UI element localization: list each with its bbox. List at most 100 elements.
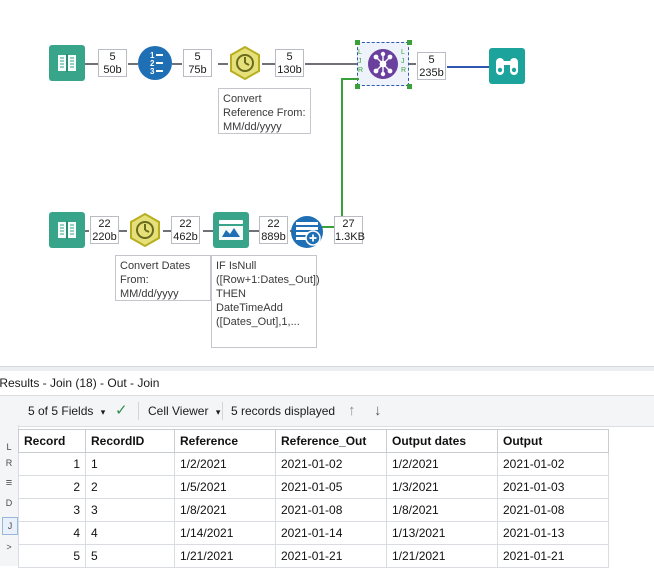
results-table[interactable]: Record RecordID Reference Reference_Out … xyxy=(18,429,609,568)
selection-handle[interactable] xyxy=(355,84,360,89)
cell-reference-out: 2021-01-02 xyxy=(275,452,387,476)
cell-recordid: 2 xyxy=(85,475,175,499)
rail-button-j[interactable]: J xyxy=(2,517,18,535)
rail-button-r[interactable]: R xyxy=(2,455,16,471)
datetime-tool-2[interactable] xyxy=(127,212,163,248)
record-count-5: 22 220b xyxy=(90,216,119,244)
toolbar-divider xyxy=(138,402,139,420)
cell-reference-out: 2021-01-21 xyxy=(275,544,387,568)
workflow-canvas[interactable]: 5 50b 123 5 75b 5 130b L J R L J R 5 235… xyxy=(0,0,654,366)
input-data-tool-2[interactable] xyxy=(49,212,85,248)
record-id-tool[interactable]: 123 xyxy=(137,45,173,81)
wire-segment xyxy=(249,230,259,232)
chevron-down-icon[interactable]: ▾ xyxy=(216,407,221,417)
annotation-multirow-formula: IF IsNull ([Row+1:Dates_Out]) THEN DateT… xyxy=(211,255,320,348)
cell-reference-out: 2021-01-14 xyxy=(275,521,387,545)
scroll-up-button[interactable]: ↑ xyxy=(348,396,356,426)
cell-output: 2021-01-03 xyxy=(497,475,609,499)
toolbar-divider xyxy=(222,402,223,420)
wire-segment xyxy=(119,230,127,232)
cell-record: 1 xyxy=(18,452,86,476)
column-header-recordid[interactable]: RecordID xyxy=(85,429,175,453)
selection-handle[interactable] xyxy=(407,40,412,45)
wire-segment xyxy=(262,63,275,65)
select-tool[interactable] xyxy=(289,214,325,250)
results-toolbar: 5 of 5 Fields ▾ ✓ Cell Viewer ▾ 5 record… xyxy=(0,395,654,427)
multi-row-formula-tool[interactable] xyxy=(213,212,249,248)
cell-output-dates: 1/8/2021 xyxy=(386,498,498,522)
join-tool[interactable] xyxy=(365,46,401,82)
selection-handle[interactable] xyxy=(407,84,412,89)
cell-reference: 1/8/2021 xyxy=(174,498,276,522)
wire-green-horizontal-top xyxy=(341,78,359,80)
fields-selector[interactable]: 5 of 5 Fields ▾ xyxy=(28,396,105,426)
record-count-2: 5 75b xyxy=(183,49,212,77)
table-row[interactable]: 2 2 1/5/2021 2021-01-05 1/3/2021 2021-01-03 xyxy=(18,475,609,499)
cell-record: 4 xyxy=(18,521,86,545)
table-row[interactable]: 1 1 1/2/2021 2021-01-02 1/2/2021 2021-01-02 xyxy=(18,452,609,476)
record-count-4: 5 235b xyxy=(417,52,446,80)
cell-reference: 1/5/2021 xyxy=(174,475,276,499)
column-header-output-dates[interactable]: Output dates xyxy=(386,429,498,453)
cell-record: 5 xyxy=(18,544,86,568)
check-icon[interactable]: ✓ xyxy=(115,396,128,426)
cell-reference-out: 2021-01-05 xyxy=(275,475,387,499)
rail-button-l[interactable]: L xyxy=(2,439,16,455)
table-row[interactable]: 4 4 1/14/2021 2021-01-14 1/13/2021 2021-01-13 xyxy=(18,521,609,545)
annotation-convert-dates: Convert Dates From: MM/dd/yyyy xyxy=(115,255,211,301)
record-count-8: 27 1.3KB xyxy=(334,216,365,244)
chevron-down-icon[interactable]: ▾ xyxy=(101,407,106,417)
cell-reference: 1/2/2021 xyxy=(174,452,276,476)
record-count-3: 5 130b xyxy=(275,49,304,77)
wire-segment-blue xyxy=(447,66,490,68)
column-header-reference[interactable]: Reference xyxy=(174,429,276,453)
cell-output-dates: 1/2/2021 xyxy=(386,452,498,476)
cell-output: 2021-01-13 xyxy=(497,521,609,545)
cell-record: 2 xyxy=(18,475,86,499)
annotation-convert-reference: Convert Reference From: MM/dd/yyyy xyxy=(218,88,311,134)
cell-recordid: 5 xyxy=(85,544,175,568)
table-header-row: Record RecordID Reference Reference_Out … xyxy=(18,429,609,453)
record-count-7: 22 889b xyxy=(259,216,288,244)
cell-viewer-selector[interactable]: Cell Viewer ▾ xyxy=(148,396,220,426)
cell-output-dates: 1/13/2021 xyxy=(386,521,498,545)
rail-button-d[interactable]: D xyxy=(2,495,16,511)
cell-recordid: 4 xyxy=(85,521,175,545)
browse-tool[interactable] xyxy=(489,48,525,84)
wire-segment xyxy=(203,230,213,232)
svg-text:3: 3 xyxy=(150,67,155,76)
wire-segment xyxy=(85,63,99,65)
wire-segment xyxy=(85,230,89,232)
column-header-output[interactable]: Output xyxy=(497,429,609,453)
cell-record: 3 xyxy=(18,498,86,522)
scroll-down-button[interactable]: ↓ xyxy=(374,396,382,426)
cell-reference-out: 2021-01-08 xyxy=(275,498,387,522)
cell-output: 2021-01-02 xyxy=(497,452,609,476)
column-header-record[interactable]: Record xyxy=(18,429,86,453)
join-output-labels: LJR xyxy=(401,49,407,74)
wire-segment xyxy=(305,63,357,65)
selection-handle[interactable] xyxy=(355,40,360,45)
column-header-reference-out[interactable]: Reference_Out xyxy=(275,429,387,453)
cell-reference: 1/14/2021 xyxy=(174,521,276,545)
cell-output-dates: 1/21/2021 xyxy=(386,544,498,568)
cell-recordid: 3 xyxy=(85,498,175,522)
table-row[interactable]: 3 3 1/8/2021 2021-01-08 1/8/2021 2021-01-08 xyxy=(18,498,609,522)
table-row[interactable]: 5 5 1/21/2021 2021-01-21 1/21/2021 2021-01-21 xyxy=(18,544,609,568)
results-title: s Results - Join (18) - Out - Join xyxy=(0,371,654,395)
record-count-1: 5 50b xyxy=(98,49,127,77)
cell-output: 2021-01-21 xyxy=(497,544,609,568)
cell-recordid: 1 xyxy=(85,452,175,476)
wire-segment xyxy=(408,63,416,65)
cell-reference: 1/21/2021 xyxy=(174,544,276,568)
records-displayed-label: 5 records displayed xyxy=(231,404,336,418)
join-anchor-labels: LJR xyxy=(358,49,364,74)
rail-button-expand[interactable]: > xyxy=(2,539,16,555)
datetime-tool-1[interactable] xyxy=(227,45,263,81)
cell-output-dates: 1/3/2021 xyxy=(386,475,498,499)
wire-segment xyxy=(172,63,182,65)
input-data-tool-1[interactable] xyxy=(49,45,85,81)
results-pane: s Results - Join (18) - Out - Join 5 of … xyxy=(0,371,654,568)
wire-green-vertical xyxy=(341,78,343,226)
rail-button-list[interactable]: ≡ xyxy=(2,475,16,491)
